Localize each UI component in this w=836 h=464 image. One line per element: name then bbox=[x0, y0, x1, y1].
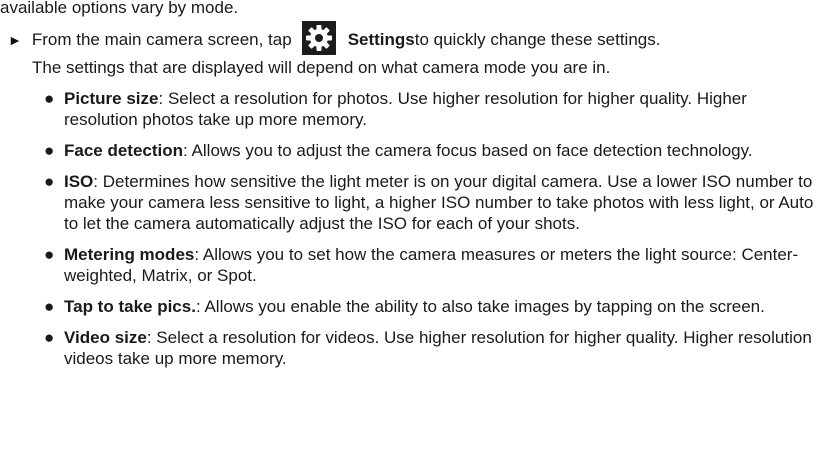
list-item: ● Metering modes: Allows you to set how … bbox=[0, 244, 824, 286]
bullet-description: : Allows you enable the ability to also … bbox=[195, 297, 765, 316]
bullet-description: : Select a resolution for photos. Use hi… bbox=[64, 89, 747, 129]
step-first-line: ► From the main camera screen, tap Setti… bbox=[8, 21, 828, 57]
bullet-dot: ● bbox=[44, 297, 55, 316]
bullet-dot: ● bbox=[44, 89, 55, 108]
settings-label: Settings bbox=[347, 30, 415, 49]
bullet-description: : Determines how sensitive the light met… bbox=[64, 172, 814, 233]
intro-fragment: available options vary by mode. bbox=[0, 0, 239, 17]
bullet-term: Picture size bbox=[64, 89, 159, 108]
bullet-description: : Select a resolution for videos. Use hi… bbox=[64, 328, 812, 368]
bullet-term: Face detection bbox=[64, 141, 184, 160]
bullet-term: Tap to take pics. bbox=[64, 297, 196, 316]
settings-step: ► From the main camera screen, tap Setti… bbox=[8, 21, 828, 79]
bullet-dot: ● bbox=[44, 172, 55, 191]
list-item: ● Face detection: Allows you to adjust t… bbox=[0, 140, 824, 161]
step-text-before-icon: From the main camera screen, tap bbox=[31, 30, 292, 49]
list-item: ● Picture size: Select a resolution for … bbox=[0, 88, 824, 130]
step-continuation: The settings that are displayed will dep… bbox=[32, 58, 611, 77]
bullet-description: : Allows you to adjust the camera focus … bbox=[183, 141, 753, 160]
gear-icon bbox=[301, 21, 336, 55]
bullet-dot: ● bbox=[44, 141, 55, 160]
bullet-dot: ● bbox=[44, 328, 55, 347]
bullet-term: Metering modes bbox=[64, 245, 195, 264]
settings-bullet-list: ● Picture size: Select a resolution for … bbox=[0, 88, 836, 379]
manual-page: { "intro_fragment": "available options v… bbox=[0, 0, 836, 464]
bullet-term: ISO bbox=[64, 172, 94, 191]
step-arrow-marker: ► bbox=[8, 32, 22, 48]
list-item: ● ISO: Determines how sensitive the ligh… bbox=[0, 171, 824, 234]
bullet-term: Video size bbox=[64, 328, 147, 347]
list-item: ● Video size: Select a resolution for vi… bbox=[0, 327, 824, 369]
list-item: ● Tap to take pics.: Allows you enable t… bbox=[0, 296, 824, 317]
bullet-dot: ● bbox=[44, 245, 55, 264]
step-text-after-icon: to quickly change these settings. bbox=[414, 30, 661, 49]
